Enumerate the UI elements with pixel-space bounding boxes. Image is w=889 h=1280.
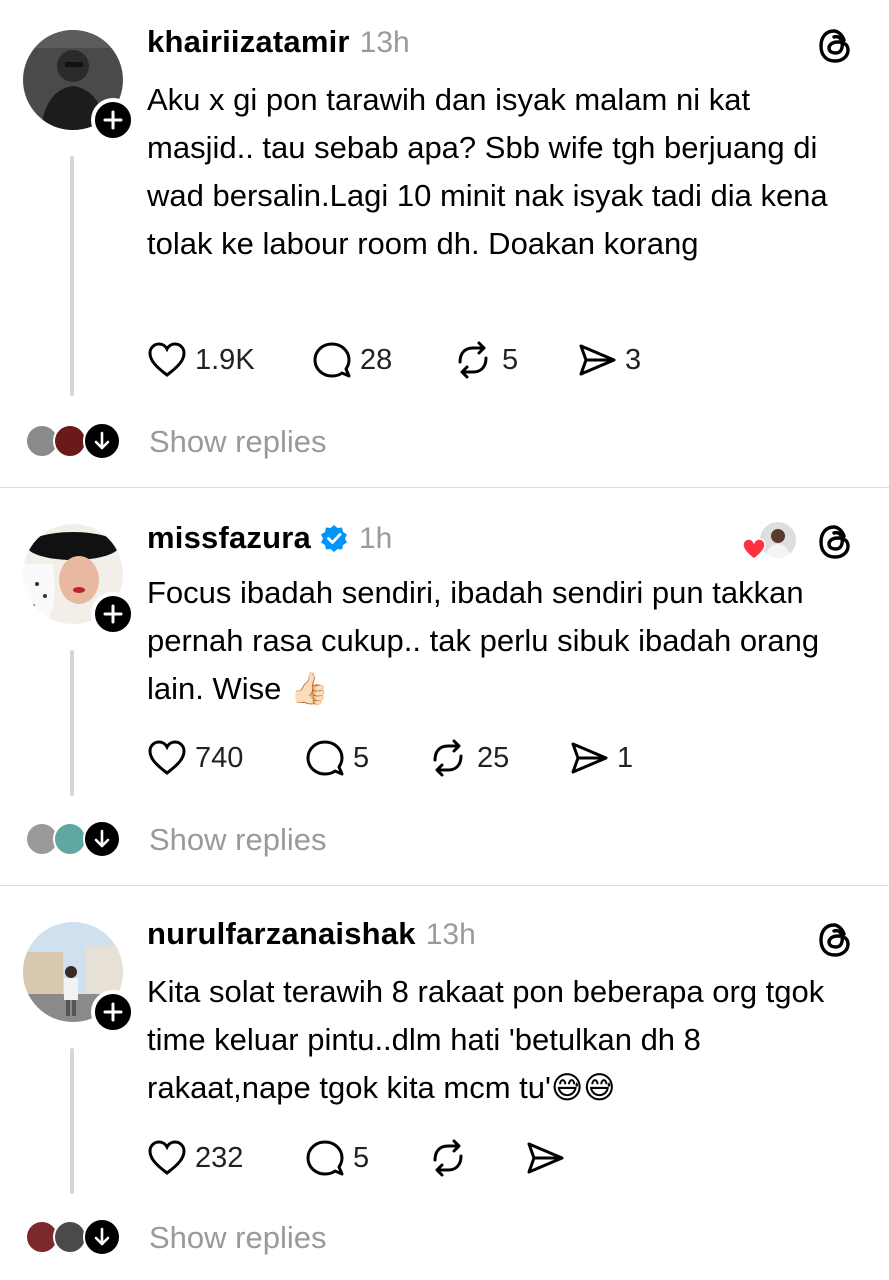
avatar-nurulfarzanaishak[interactable]: [23, 922, 135, 1034]
comment-bubble-icon: [306, 740, 344, 776]
avatar-khairiizatamir[interactable]: [23, 30, 135, 142]
like-count: 740: [195, 741, 244, 774]
repost-icon: [433, 739, 463, 777]
like-count: 232: [195, 1141, 244, 1174]
arrow-down-icon[interactable]: [83, 422, 121, 460]
replier-avatar: [53, 424, 87, 458]
repost-button[interactable]: 25: [427, 736, 509, 780]
post-actions: 232 5: [147, 1136, 747, 1180]
comment-button[interactable]: 5: [305, 1136, 369, 1180]
send-icon: [571, 742, 608, 774]
follow-plus-icon[interactable]: [91, 592, 135, 636]
threads-logo-icon[interactable]: [815, 26, 855, 66]
share-button[interactable]: 3: [577, 338, 641, 382]
username[interactable]: missfazura: [147, 520, 311, 556]
show-replies-row[interactable]: Show replies: [25, 818, 725, 862]
send-icon: [527, 1142, 564, 1174]
post-text: Focus ibadah sendiri, ibadah sendiri pun…: [147, 575, 820, 706]
share-button[interactable]: 1: [569, 736, 633, 780]
repost-button[interactable]: [427, 1136, 477, 1180]
repost-icon: [433, 1139, 463, 1177]
threads-logo-icon[interactable]: [815, 920, 855, 960]
show-replies-link[interactable]: Show replies: [149, 818, 326, 862]
heart-icon: [148, 342, 186, 377]
comment-button[interactable]: 28: [312, 338, 392, 382]
arrow-down-icon[interactable]: [83, 1218, 121, 1256]
thread-line: [70, 650, 74, 796]
share-count: 3: [625, 343, 642, 376]
replier-avatar: [53, 822, 87, 856]
repost-count: 5: [502, 343, 519, 376]
comment-bubble-icon: [313, 342, 351, 378]
post-actions: 740 5 25 1: [147, 736, 747, 780]
post-2: missfazura 1h Focus ibadah sendiri, ibad…: [0, 488, 889, 885]
share-count: 1: [617, 741, 634, 774]
comment-count: 5: [353, 741, 370, 774]
like-count: 1.9K: [195, 343, 255, 376]
show-replies-link[interactable]: Show replies: [149, 420, 326, 464]
post-text: Aku x gi pon tarawih dan isyak malam ni …: [147, 82, 828, 261]
comment-bubble-icon: [306, 1140, 344, 1176]
post-time: 13h: [425, 918, 476, 951]
send-icon: [579, 344, 616, 376]
show-replies-link[interactable]: Show replies: [149, 1216, 326, 1260]
replier-avatar: [53, 1220, 87, 1254]
follow-plus-icon[interactable]: [91, 990, 135, 1034]
show-replies-row[interactable]: Show replies: [25, 420, 725, 464]
post-3: nurulfarzanaishak 13h Kita solat terawih…: [0, 886, 889, 1280]
threads-logo-icon[interactable]: [815, 522, 855, 562]
like-button[interactable]: 1.9K: [147, 338, 255, 382]
post-actions: 1.9K 28 5 3: [147, 338, 747, 382]
comment-button[interactable]: 5: [305, 736, 369, 780]
heart-icon: [148, 1140, 186, 1175]
liked-by-author-indicator: [742, 520, 800, 564]
like-button[interactable]: 740: [147, 736, 243, 780]
post-header: missfazura 1h: [147, 518, 392, 564]
arrow-down-icon[interactable]: [83, 820, 121, 858]
like-button[interactable]: 232: [147, 1136, 243, 1180]
share-button[interactable]: [525, 1136, 573, 1180]
repost-icon: [458, 341, 488, 379]
post-header: khairiizatamir 13h: [147, 24, 410, 70]
username[interactable]: nurulfarzanaishak: [147, 916, 416, 952]
show-replies-row[interactable]: Show replies: [25, 1216, 725, 1260]
username[interactable]: khairiizatamir: [147, 24, 350, 60]
post-1: khairiizatamir 13h Aku x gi pon tarawih …: [0, 0, 889, 487]
follow-plus-icon[interactable]: [91, 98, 135, 142]
thread-line: [70, 156, 74, 396]
heart-icon: [742, 538, 766, 560]
thread-line: [70, 1048, 74, 1194]
comment-count: 28: [360, 343, 393, 376]
post-header: nurulfarzanaishak 13h: [147, 916, 476, 962]
post-time: 13h: [359, 26, 410, 59]
comment-count: 5: [353, 1141, 370, 1174]
avatar-missfazura[interactable]: [23, 524, 135, 636]
post-text: Kita solat terawih 8 rakaat pon beberapa…: [147, 974, 825, 1105]
verified-badge-icon: [320, 525, 347, 552]
repost-button[interactable]: 5: [452, 338, 518, 382]
post-time: 1h: [358, 522, 393, 555]
repost-count: 25: [477, 741, 510, 774]
heart-icon: [148, 740, 186, 775]
